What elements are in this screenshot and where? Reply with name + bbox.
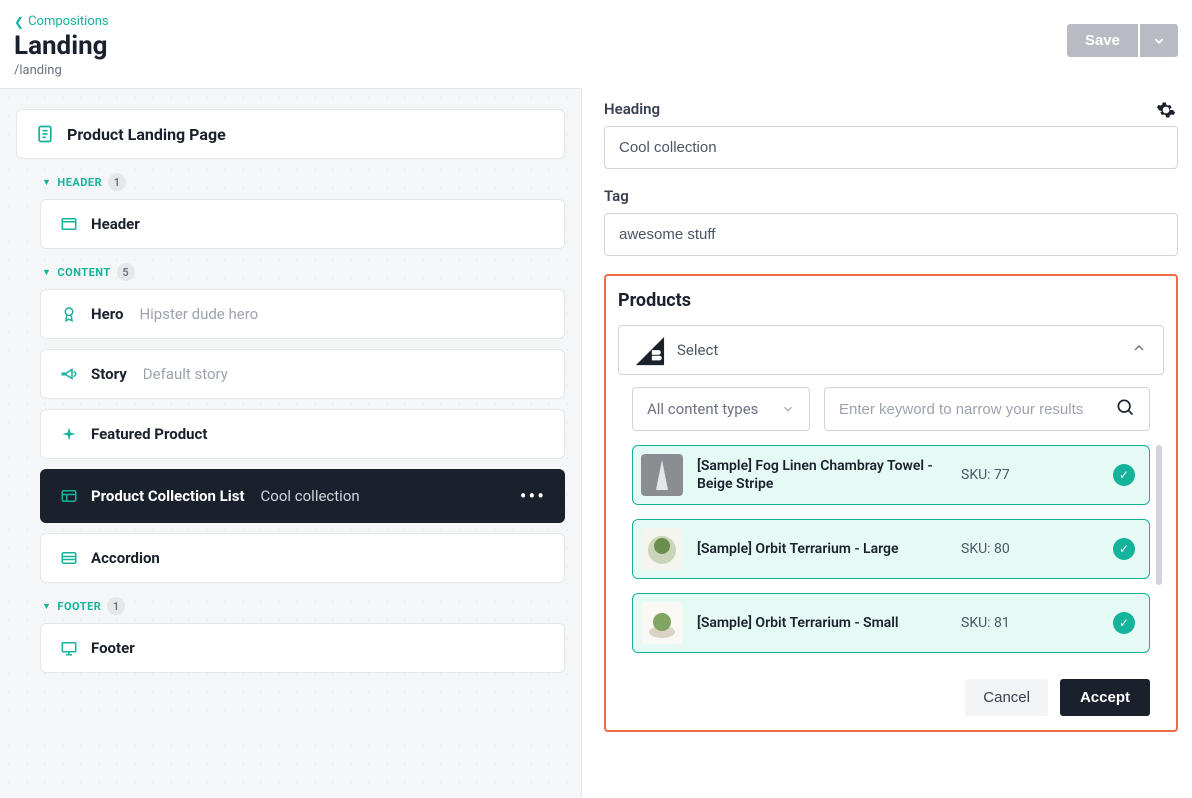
product-thumbnail <box>641 528 683 570</box>
selected-check-icon: ✓ <box>1113 538 1135 560</box>
page-slug: /landing <box>14 63 109 78</box>
product-name: [Sample] Fog Linen Chambray Towel - Beig… <box>697 457 947 493</box>
breadcrumb[interactable]: ❮ Compositions <box>14 14 109 29</box>
more-icon[interactable]: ••• <box>520 484 546 508</box>
rows-icon <box>59 548 79 568</box>
tree-root-label: Product Landing Page <box>67 125 226 144</box>
section-count-badge: 5 <box>117 263 135 281</box>
badge-icon <box>59 304 79 324</box>
tree-item-subtitle: Default story <box>143 365 228 383</box>
chevron-up-icon <box>1131 340 1147 360</box>
section-count-badge: 1 <box>107 597 125 615</box>
tree-item-title: Featured Product <box>91 425 207 443</box>
caret-down-icon: ▼ <box>42 267 51 278</box>
save-dropdown-button[interactable] <box>1140 24 1178 57</box>
gear-icon <box>1156 100 1176 120</box>
product-row[interactable]: [Sample] Fog Linen Chambray Towel - Beig… <box>632 445 1150 505</box>
product-thumbnail <box>641 454 683 496</box>
select-label: Select <box>677 341 1117 359</box>
tree-section-footer[interactable]: ▼ FOOTER 1 <box>42 597 565 615</box>
monitor-icon <box>59 638 79 658</box>
content-type-label: All content types <box>647 400 758 418</box>
selected-check-icon: ✓ <box>1113 612 1135 634</box>
accept-button[interactable]: Accept <box>1060 679 1150 716</box>
tree-section-header[interactable]: ▼ HEADER 1 <box>42 173 565 191</box>
section-name: CONTENT <box>57 266 110 279</box>
product-thumbnail <box>641 602 683 644</box>
heading-label: Heading <box>604 100 1178 118</box>
tree-item-title: Header <box>91 215 140 233</box>
product-row[interactable]: [Sample] Orbit Terrarium - Large SKU: 80… <box>632 519 1150 579</box>
products-select-toggle[interactable]: Select <box>618 325 1164 375</box>
caret-down-icon: ▼ <box>42 177 51 188</box>
tree-item-header[interactable]: Header <box>40 199 565 249</box>
product-list: [Sample] Fog Linen Chambray Towel - Beig… <box>618 445 1164 665</box>
tree-item-hero[interactable]: Hero Hipster dude hero <box>40 289 565 339</box>
tree-item-footer[interactable]: Footer <box>40 623 565 673</box>
product-name: [Sample] Orbit Terrarium - Small <box>697 614 947 632</box>
tree-item-subtitle: Hipster dude hero <box>139 305 258 323</box>
product-search-input[interactable] <box>839 389 1115 430</box>
settings-button[interactable] <box>1156 100 1176 124</box>
page-title: Landing <box>14 31 109 61</box>
product-sku: SKU: 77 <box>961 467 1099 483</box>
tree-item-title: Footer <box>91 639 135 657</box>
content-type-dropdown[interactable]: All content types <box>632 387 810 431</box>
chevron-left-icon: ❮ <box>14 15 24 29</box>
caret-down-icon: ▼ <box>42 601 51 612</box>
layout-icon <box>59 214 79 234</box>
tree-item-title: Product Collection List <box>91 487 245 505</box>
products-panel: Products Select All content types <box>604 274 1178 732</box>
chevron-down-icon <box>1152 34 1166 48</box>
sparkle-icon <box>59 424 79 444</box>
list-icon <box>59 486 79 506</box>
selected-check-icon: ✓ <box>1113 464 1135 486</box>
tree-item-title: Story <box>91 365 127 383</box>
products-title: Products <box>618 290 1164 311</box>
search-icon[interactable] <box>1115 397 1135 421</box>
chevron-down-icon <box>781 402 795 416</box>
section-name: HEADER <box>57 176 102 189</box>
tag-label: Tag <box>604 187 1178 205</box>
breadcrumb-label: Compositions <box>28 14 109 29</box>
tree-item-title: Accordion <box>91 549 160 567</box>
composition-tree: Product Landing Page ▼ HEADER 1 Header ▼… <box>0 88 582 798</box>
product-sku: SKU: 81 <box>961 615 1099 631</box>
cancel-button[interactable]: Cancel <box>965 679 1048 716</box>
tree-item-subtitle: Cool collection <box>261 487 360 505</box>
scrollbar[interactable] <box>1156 445 1162 585</box>
tree-root-node[interactable]: Product Landing Page <box>16 109 565 159</box>
tree-item-story[interactable]: Story Default story <box>40 349 565 399</box>
tag-input[interactable] <box>604 213 1178 256</box>
tree-section-content[interactable]: ▼ CONTENT 5 <box>42 263 565 281</box>
document-icon <box>35 124 55 144</box>
tree-item-collection[interactable]: Product Collection List Cool collection … <box>40 469 565 523</box>
heading-input[interactable] <box>604 126 1178 169</box>
section-name: FOOTER <box>57 600 101 613</box>
tree-item-title: Hero <box>91 305 123 323</box>
section-count-badge: 1 <box>108 173 126 191</box>
save-button[interactable]: Save <box>1067 24 1138 57</box>
product-name: [Sample] Orbit Terrarium - Large <box>697 540 947 558</box>
product-sku: SKU: 80 <box>961 541 1099 557</box>
tree-item-featured[interactable]: Featured Product <box>40 409 565 459</box>
product-row[interactable]: [Sample] Orbit Terrarium - Small SKU: 81… <box>632 593 1150 653</box>
bigcommerce-icon <box>635 336 663 364</box>
tree-item-accordion[interactable]: Accordion <box>40 533 565 583</box>
megaphone-icon <box>59 364 79 384</box>
